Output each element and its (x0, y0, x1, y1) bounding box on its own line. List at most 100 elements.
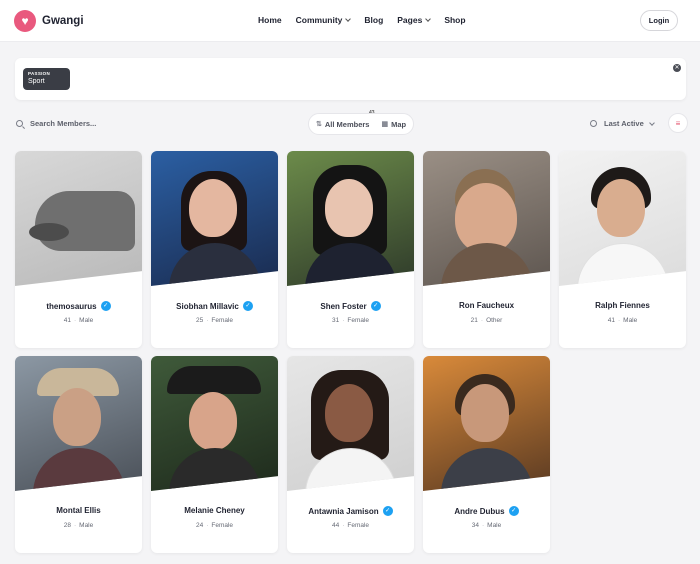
map-label: Map (391, 119, 407, 129)
sort-selected: Last Active (604, 119, 644, 128)
search-input[interactable]: Search Members... (30, 119, 96, 128)
member-name[interactable]: Ralph Fiennes (595, 301, 650, 310)
member-card[interactable]: Montal Ellis 28 · Male (15, 356, 142, 553)
member-name[interactable]: Andre Dubus (454, 507, 504, 516)
member-age: 41 (607, 317, 615, 324)
map-icon: ▦ (381, 121, 389, 128)
all-members-label: All Members (324, 119, 370, 129)
clear-filters-close-icon[interactable]: ✕ (673, 64, 681, 72)
filter-settings-button[interactable]: ≡ (668, 113, 688, 133)
member-name-row: Shen Foster ✓ (287, 301, 414, 311)
heart-icon: ♥ (14, 10, 36, 32)
member-meta: 44 · Female (331, 522, 370, 529)
verified-badge-icon: ✓ (382, 506, 393, 516)
member-name-row: Antawnia Jamison ✓ (287, 506, 414, 516)
member-gender: Male (623, 317, 638, 324)
member-name-row: Melanie Cheney (151, 506, 278, 515)
chevron-down-icon (648, 119, 655, 126)
member-photo[interactable] (559, 151, 686, 286)
clock-icon (590, 120, 597, 127)
nav-shop[interactable]: Shop (444, 15, 465, 25)
login-button[interactable]: Login (640, 10, 678, 31)
member-card[interactable]: Antawnia Jamison ✓ 44 · Female (287, 356, 414, 553)
member-gender: Other (486, 317, 503, 324)
member-name[interactable]: Ron Faucheux (459, 301, 514, 310)
member-card[interactable]: Shen Foster ✓ 31 · Female (287, 151, 414, 348)
member-meta: 24 · Female (195, 522, 234, 529)
nav-pages[interactable]: Pages (397, 15, 432, 25)
verified-badge-icon: ✓ (508, 506, 519, 516)
sliders-icon: ≡ (675, 118, 681, 128)
member-name[interactable]: Melanie Cheney (184, 506, 244, 515)
filter-chip-value: Sport (28, 78, 45, 85)
nav-community[interactable]: Community (296, 15, 352, 25)
search-icon (16, 120, 23, 127)
nav-home[interactable]: Home (258, 15, 282, 25)
member-name[interactable]: Siobhan Millavic (176, 302, 239, 311)
member-photo[interactable] (287, 356, 414, 491)
member-card[interactable]: Siobhan Millavic ✓ 25 · Female (151, 151, 278, 348)
verified-badge-icon: ✓ (370, 301, 381, 311)
member-name[interactable]: Antawnia Jamison (308, 507, 378, 516)
member-meta: 21 · Other (470, 317, 503, 324)
member-gender: Female (347, 522, 370, 529)
member-photo[interactable] (287, 151, 414, 286)
member-card[interactable]: themosaurus ✓ 41 · Male (15, 151, 142, 348)
member-name[interactable]: Shen Foster (320, 302, 366, 311)
member-meta: 25 · Female (195, 317, 234, 324)
member-photo[interactable] (15, 151, 142, 286)
member-search[interactable]: Search Members... (16, 119, 96, 128)
member-name-row: Andre Dubus ✓ (423, 506, 550, 516)
member-age: 31 (331, 317, 340, 324)
map-tab[interactable]: ▦ Map (381, 120, 406, 129)
member-meta: 31 · Female (331, 317, 370, 324)
member-name-row: Ron Faucheux (423, 301, 550, 310)
site-header: ♥ Gwangi Home Community Blog Pages Shop … (0, 0, 700, 42)
member-photo[interactable] (151, 356, 278, 491)
member-gender: Male (79, 317, 94, 324)
member-photo[interactable] (151, 151, 278, 286)
member-gender: Female (347, 317, 370, 324)
member-name-row: themosaurus ✓ (15, 301, 142, 311)
filter-chip-passion[interactable]: PASSION Sport (23, 68, 70, 90)
member-name-row: Montal Ellis (15, 506, 142, 515)
verified-badge-icon: ✓ (100, 301, 111, 311)
verified-badge-icon: ✓ (242, 301, 253, 311)
member-photo[interactable] (15, 356, 142, 491)
all-members-tab[interactable]: ⇅ All Members (316, 120, 369, 129)
member-age: 21 (470, 317, 478, 324)
chevron-down-icon (425, 16, 432, 22)
sort-dropdown[interactable]: Last Active (590, 119, 655, 128)
member-age: 44 (331, 522, 340, 529)
member-card[interactable]: Ron Faucheux 21 · Other (423, 151, 550, 348)
member-meta: 41 · Male (607, 317, 638, 324)
member-age: 34 (471, 522, 479, 529)
site-logo[interactable]: ♥ Gwangi (14, 10, 84, 32)
member-meta: 28 · Male (63, 522, 94, 529)
member-meta: 41 · Male (63, 317, 94, 324)
member-card[interactable]: Ralph Fiennes 41 · Male (559, 151, 686, 348)
member-photo[interactable] (423, 151, 550, 286)
member-name[interactable]: themosaurus (46, 302, 96, 311)
member-age: 41 (63, 317, 71, 324)
active-filters-bar: PASSION Sport (15, 58, 686, 100)
member-name[interactable]: Montal Ellis (56, 506, 100, 515)
member-card[interactable]: Melanie Cheney 24 · Female (151, 356, 278, 553)
member-photo[interactable] (423, 356, 550, 491)
member-name-row: Ralph Fiennes (559, 301, 686, 310)
member-gender: Male (487, 522, 502, 529)
member-gender: Female (211, 522, 234, 529)
member-card[interactable]: Andre Dubus ✓ 34 · Male (423, 356, 550, 553)
member-name-row: Siobhan Millavic ✓ (151, 301, 278, 311)
member-gender: Male (79, 522, 94, 529)
nav-blog[interactable]: Blog (364, 15, 383, 25)
main-nav: Home Community Blog Pages Shop (258, 15, 480, 25)
view-toggle: ⇅ All Members ▦ Map (308, 113, 414, 135)
member-meta: 34 · Male (471, 522, 502, 529)
member-gender: Female (211, 317, 234, 324)
member-age: 24 (195, 522, 204, 529)
users-icon: ⇅ (316, 121, 322, 128)
member-age: 25 (195, 317, 204, 324)
chevron-down-icon (345, 16, 352, 22)
member-age: 28 (63, 522, 71, 529)
